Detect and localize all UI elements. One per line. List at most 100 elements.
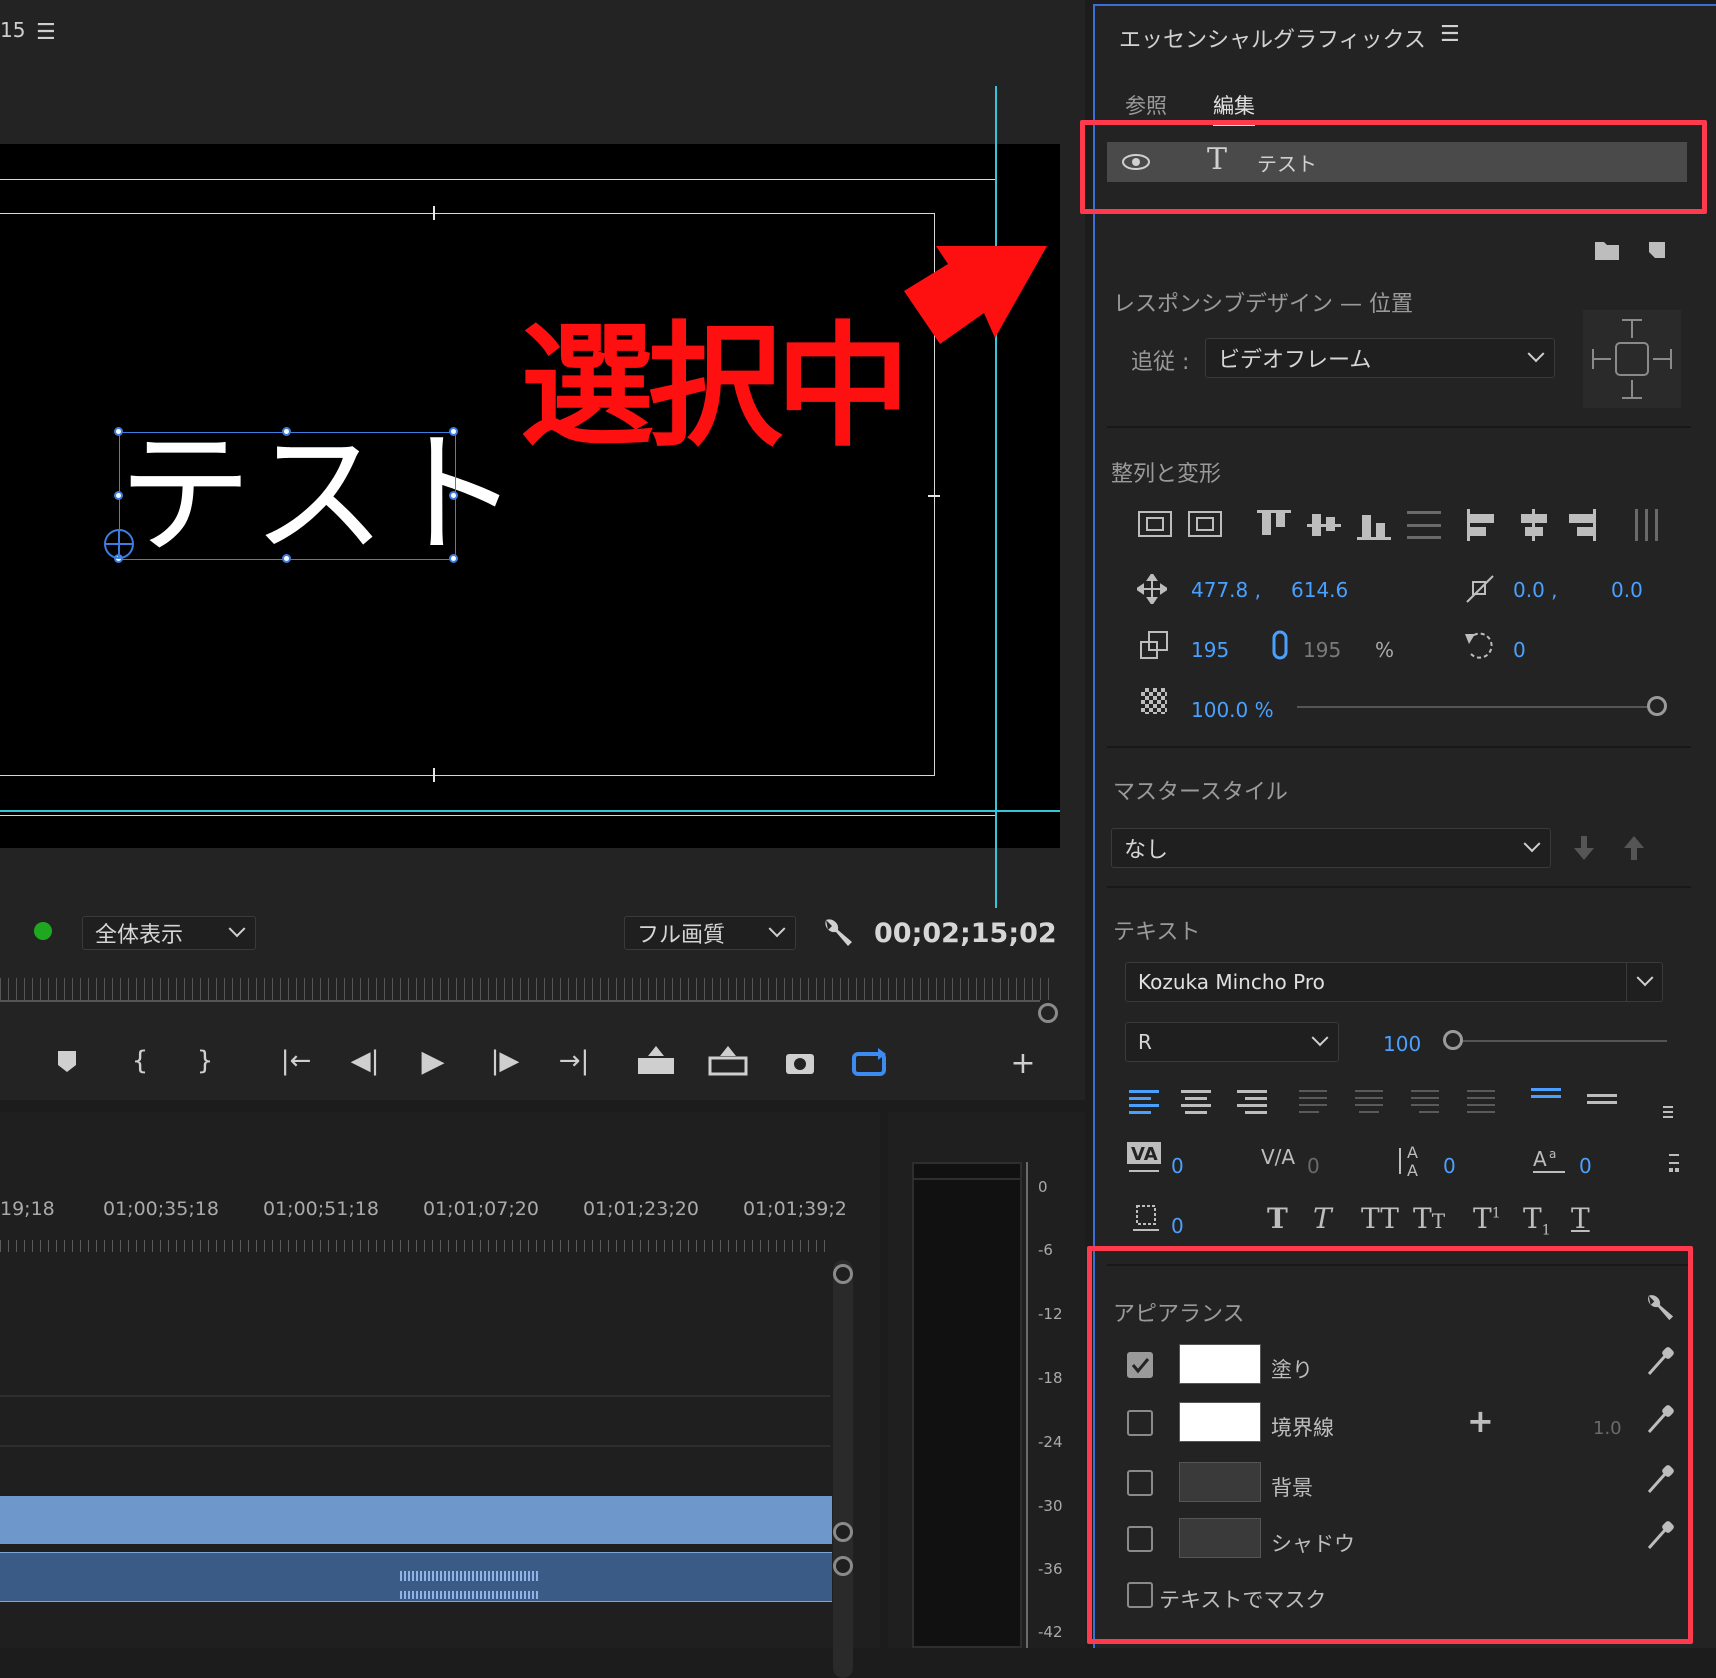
more-options-icon[interactable] xyxy=(1667,1152,1681,1174)
chevron-down-icon xyxy=(1636,969,1653,987)
font-style-dropdown[interactable]: R xyxy=(1125,1022,1339,1062)
font-size-value[interactable]: 100 xyxy=(1383,1032,1421,1056)
all-caps-icon[interactable]: TT xyxy=(1361,1202,1399,1235)
add-marker-icon[interactable] xyxy=(52,1046,82,1076)
faux-italic-icon[interactable]: T xyxy=(1313,1202,1332,1235)
scale-icon xyxy=(1139,630,1169,660)
monitor-ruler[interactable] xyxy=(0,978,1056,1000)
faux-bold-icon[interactable]: T xyxy=(1267,1202,1288,1235)
position-x[interactable]: 477.8 , xyxy=(1191,578,1261,602)
panel-menu-icon[interactable]: ☰ xyxy=(1440,22,1460,47)
audio-meter-bar xyxy=(912,1162,1022,1648)
video-clip[interactable] xyxy=(0,1496,832,1544)
overwrite-icon[interactable] xyxy=(708,1046,748,1076)
insert-icon[interactable] xyxy=(636,1046,676,1076)
program-monitor: 15 ☰ テスト 選択中 全体表示 フル画質 00;02;15;02 {} |… xyxy=(0,0,1085,1100)
link-icon[interactable] xyxy=(1271,630,1289,660)
guide-vertical[interactable] xyxy=(995,86,997,908)
svg-text:A: A xyxy=(1533,1147,1547,1171)
leading-value[interactable]: 0 xyxy=(1443,1154,1456,1178)
zoom-handle[interactable] xyxy=(1038,1003,1058,1023)
audio-waveform xyxy=(400,1571,540,1581)
meter-scale xyxy=(1026,1162,1028,1648)
opacity-slider-handle[interactable] xyxy=(1647,696,1667,716)
divider xyxy=(1107,426,1691,428)
mark-out-icon[interactable]: } xyxy=(193,1044,217,1078)
go-to-in-icon[interactable]: |← xyxy=(276,1044,316,1078)
tsume-value[interactable]: 0 xyxy=(1171,1214,1184,1238)
follow-dropdown[interactable]: ビデオフレーム xyxy=(1205,338,1555,378)
loop-icon[interactable] xyxy=(852,1046,888,1080)
meter-level: -24 xyxy=(1038,1433,1063,1451)
font-family-value: Kozuka Mincho Pro xyxy=(1138,970,1325,994)
tab-browse[interactable]: 参照 xyxy=(1125,90,1167,120)
master-style-dropdown[interactable]: なし xyxy=(1111,828,1551,868)
play-icon[interactable]: ▶ xyxy=(416,1044,450,1079)
scroll-handle[interactable] xyxy=(833,1522,853,1542)
tsume-icon xyxy=(1131,1202,1161,1236)
follow-dropdown-value: ビデオフレーム xyxy=(1218,348,1372,373)
fit-dropdown[interactable]: 全体表示 xyxy=(82,916,256,950)
timecode-label: 01;01;23;20 xyxy=(583,1198,699,1220)
step-forward-icon[interactable]: |▶ xyxy=(488,1044,522,1078)
anchor-y[interactable]: 0.0 xyxy=(1611,578,1643,602)
scale-value[interactable]: 195 xyxy=(1191,638,1229,662)
guide-horizontal[interactable] xyxy=(0,810,1060,812)
anchor-x[interactable]: 0.0 , xyxy=(1513,578,1558,602)
kerning-icon: VA xyxy=(1125,1140,1163,1176)
scroll-handle-top[interactable] xyxy=(833,1264,853,1284)
monitor-scrubber-track[interactable] xyxy=(0,1000,1040,1002)
chevron-down-icon xyxy=(1523,835,1541,853)
master-style-value: なし xyxy=(1124,838,1169,863)
font-style-value: R xyxy=(1138,1030,1152,1054)
font-size-slider-handle[interactable] xyxy=(1443,1030,1463,1050)
center-tick-top xyxy=(433,206,435,220)
folder-icon[interactable] xyxy=(1593,238,1621,262)
text-bounding-box[interactable] xyxy=(114,427,458,563)
tracking-icon: V/A xyxy=(1259,1140,1297,1176)
font-family-dropdown[interactable]: Kozuka Mincho Pro xyxy=(1125,962,1663,1002)
anchor-point-icon[interactable] xyxy=(103,528,135,560)
monitor-menu-icon[interactable]: ☰ xyxy=(36,20,56,45)
underline-icon[interactable]: T xyxy=(1571,1202,1590,1235)
divider xyxy=(1107,886,1691,888)
sync-style-icon[interactable] xyxy=(1623,834,1645,862)
timecode-label: 01;00;51;18 xyxy=(263,1198,379,1220)
audio-clip[interactable] xyxy=(0,1552,832,1602)
timecode-label: 01;00;35;18 xyxy=(103,1198,219,1220)
subscript-icon[interactable]: T1 xyxy=(1523,1202,1551,1239)
baseline-shift-value[interactable]: 0 xyxy=(1579,1154,1592,1178)
kerning-value[interactable]: 0 xyxy=(1171,1154,1184,1178)
status-dot xyxy=(34,922,52,940)
timeline-panel[interactable]: 19;18 01;00;35;18 01;00;51;18 01;01;07;2… xyxy=(0,1112,880,1678)
export-frame-icon[interactable] xyxy=(784,1048,816,1076)
playhead-timecode[interactable]: 00;02;15;02 xyxy=(874,918,1057,949)
timeline-vertical-scrollbar[interactable] xyxy=(833,1260,853,1678)
scroll-handle[interactable] xyxy=(833,1556,853,1576)
superscript-icon[interactable]: T1 xyxy=(1473,1202,1501,1235)
opacity-slider-track[interactable] xyxy=(1297,706,1661,708)
timeline-ticks[interactable] xyxy=(0,1240,830,1252)
step-back-icon[interactable]: ◀| xyxy=(348,1044,382,1078)
track-divider xyxy=(0,1395,830,1397)
push-style-icon[interactable] xyxy=(1573,834,1595,862)
pin-to-edges-widget[interactable] xyxy=(1583,310,1681,408)
font-size-slider-track[interactable] xyxy=(1447,1040,1667,1042)
small-caps-icon[interactable]: TT xyxy=(1413,1202,1445,1235)
opacity-value[interactable]: 100.0 % xyxy=(1191,698,1274,722)
meter-level: -18 xyxy=(1038,1369,1063,1387)
annotation-arrow-icon xyxy=(900,236,1060,356)
position-icon xyxy=(1135,572,1169,606)
tracking-value[interactable]: 0 xyxy=(1307,1154,1320,1178)
scale-linked-value[interactable]: 195 xyxy=(1303,638,1341,662)
meter-peak xyxy=(912,1162,1022,1180)
rotation-value[interactable]: 0 xyxy=(1513,638,1526,662)
go-to-out-icon[interactable]: →| xyxy=(554,1044,594,1078)
svg-text:a: a xyxy=(1549,1147,1556,1161)
position-y[interactable]: 614.6 xyxy=(1291,578,1348,602)
mark-in-icon[interactable]: { xyxy=(128,1044,152,1078)
add-button-icon[interactable]: + xyxy=(1008,1046,1038,1081)
new-layer-icon[interactable] xyxy=(1645,238,1667,262)
wrench-icon[interactable] xyxy=(820,914,854,950)
quality-dropdown[interactable]: フル画質 xyxy=(624,916,796,950)
